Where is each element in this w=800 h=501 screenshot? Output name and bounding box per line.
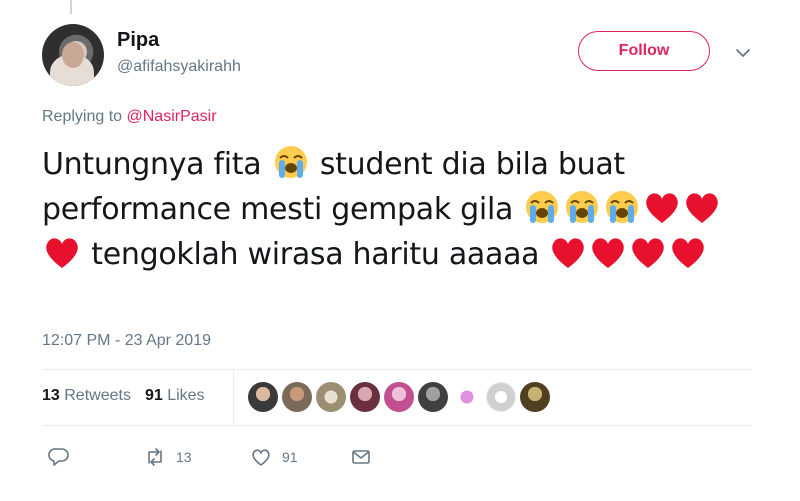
message-button[interactable] <box>350 446 372 468</box>
tweet-stats: 13 Retweets 91 Likes <box>42 387 205 405</box>
retweet-count: 13 <box>176 449 192 465</box>
red-heart-emoji <box>628 234 668 270</box>
reply-mention-link[interactable]: @NasirPasir <box>127 108 217 125</box>
red-heart-emoji <box>548 234 588 270</box>
like-count: 91 <box>282 449 298 465</box>
retweets-count: 13 <box>42 387 60 404</box>
crying-face-emoji <box>522 189 562 225</box>
liker-avatar[interactable] <box>384 382 414 412</box>
display-name[interactable]: Pipa <box>117 29 159 52</box>
likes-stat[interactable]: 91 Likes <box>145 387 205 405</box>
replying-to: Replying to @NasirPasir <box>42 108 217 126</box>
liker-avatar[interactable] <box>520 382 550 412</box>
avatar[interactable] <box>42 24 104 86</box>
crying-face-emoji <box>271 144 311 180</box>
likes-label: Likes <box>167 387 205 404</box>
liker-avatar[interactable] <box>452 382 482 412</box>
stats-separator <box>233 369 234 424</box>
crying-face-emoji <box>562 189 602 225</box>
like-button[interactable]: 91 <box>250 446 298 468</box>
tweet-timestamp[interactable]: 12:07 PM - 23 Apr 2019 <box>42 332 211 350</box>
liker-avatar[interactable] <box>486 382 516 412</box>
retweet-button[interactable]: 13 <box>144 446 192 468</box>
liker-avatar[interactable] <box>248 382 278 412</box>
liker-avatar[interactable] <box>316 382 346 412</box>
red-heart-emoji <box>588 234 628 270</box>
crying-face-emoji <box>602 189 642 225</box>
liker-avatar[interactable] <box>282 382 312 412</box>
tweet-text-part: Untungnya fita <box>42 147 271 182</box>
tweet-text-part: tengoklah wirasa haritu aaaaa <box>82 237 549 272</box>
thread-connector-line <box>70 0 72 14</box>
likes-count: 91 <box>144 387 163 404</box>
divider <box>42 369 752 370</box>
liker-avatar[interactable] <box>418 382 448 412</box>
likers-avatars <box>248 382 550 412</box>
message-icon <box>352 450 370 464</box>
tweet-text: Untungnya fita student dia bila buat per… <box>42 142 752 277</box>
follow-button[interactable]: Follow <box>578 31 710 71</box>
replying-to-prefix: Replying to <box>42 108 127 125</box>
user-handle[interactable]: @afifahsyakirahh <box>117 58 241 76</box>
liker-avatar[interactable] <box>350 382 380 412</box>
chevron-down-icon[interactable] <box>733 43 753 63</box>
retweets-stat[interactable]: 13 Retweets <box>42 387 131 405</box>
divider <box>42 425 752 426</box>
red-heart-emoji <box>42 234 82 270</box>
reply-icon <box>48 448 69 466</box>
retweet-icon <box>148 448 162 466</box>
reply-button[interactable] <box>48 446 70 468</box>
red-heart-emoji <box>642 189 682 225</box>
retweets-label: Retweets <box>64 387 131 404</box>
red-heart-emoji <box>682 189 722 225</box>
red-heart-emoji <box>668 234 708 270</box>
like-icon <box>252 449 270 466</box>
